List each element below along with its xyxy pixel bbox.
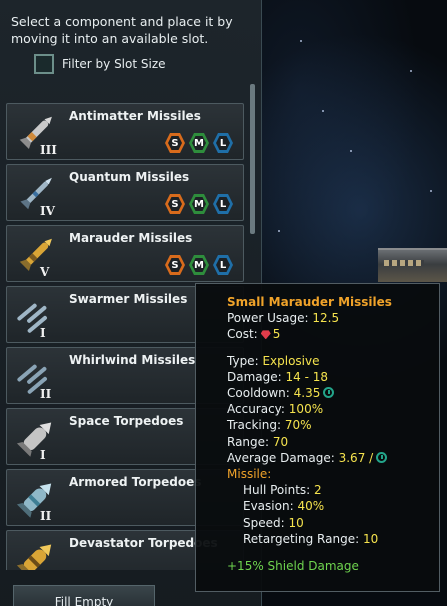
filter-label: Filter by Slot Size [62, 57, 166, 71]
component-name: Marauder Missiles [69, 231, 193, 245]
tier-label: V [40, 265, 50, 279]
speed-row: Speed: 10 [243, 515, 304, 530]
missile-section-header: Missile: [227, 467, 272, 482]
clock-icon [376, 451, 388, 463]
power-usage-row: Power Usage: 12.5 [227, 311, 340, 326]
star [278, 230, 280, 232]
tier-label: III [40, 143, 57, 157]
instructions-text: Select a component and place it by movin… [11, 14, 233, 46]
slot-sizes: S M L [165, 255, 233, 275]
component-name: Swarmer Missiles [69, 292, 188, 306]
torpedo-icon [16, 483, 52, 518]
tier-label: II [40, 387, 52, 401]
tier-label: II [40, 509, 52, 523]
component-name: Armored Torpedoes [69, 475, 202, 489]
slot-size-small-badge: S [165, 133, 185, 153]
star [430, 190, 432, 192]
component-tooltip: Small Marauder Missiles Power Usage: 12.… [195, 283, 440, 592]
clock-icon [323, 387, 335, 399]
component-item-quantum-missiles[interactable]: IV Quantum Missiles S M L [6, 164, 244, 221]
component-name: Space Torpedoes [69, 414, 184, 428]
tooltip-title: Small Marauder Missiles [227, 295, 392, 309]
slot-size-medium-badge: M [189, 194, 209, 214]
tier-label: I [40, 448, 46, 462]
average-damage-row: Average Damage: 3.67 / [227, 450, 439, 466]
component-item-marauder-missiles[interactable]: V Marauder Missiles S M L [6, 225, 244, 282]
shield-damage-bonus: +15% Shield Damage [227, 559, 359, 574]
filter-checkbox[interactable] [34, 54, 54, 74]
type-row: Type: Explosive [227, 353, 320, 368]
tier-label: I [40, 326, 46, 340]
tracking-row: Tracking: 70% [227, 418, 312, 433]
slot-size-large-badge: L [213, 255, 233, 275]
torpedo-icon [16, 544, 52, 570]
star [300, 40, 302, 42]
star [322, 110, 324, 112]
range-row: Range: 70 [227, 434, 289, 449]
tier-label: IV [40, 204, 55, 218]
list-scrollbar[interactable] [250, 84, 255, 234]
slot-size-small-badge: S [165, 194, 185, 214]
slot-size-large-badge: L [213, 194, 233, 214]
damage-row: Damage: 14 - 18 [227, 369, 329, 384]
component-name: Quantum Missiles [69, 170, 190, 184]
slot-size-small-badge: S [165, 255, 185, 275]
slot-size-large-badge: L [213, 133, 233, 153]
missile-cluster-icon [17, 303, 47, 333]
slot-sizes: S M L [165, 133, 233, 153]
cost-row: Cost: 5 [227, 327, 281, 342]
star [410, 70, 412, 72]
missile-icon [19, 238, 52, 271]
slot-sizes: S M L [165, 194, 233, 214]
torpedo-icon [16, 422, 52, 457]
component-name: Antimatter Missiles [69, 109, 201, 123]
evasion-row: Evasion: 40% [243, 499, 325, 514]
energy-gem-icon [260, 330, 271, 340]
fill-empty-button[interactable]: Fill Empty [13, 585, 155, 606]
hull-points-row: Hull Points: 2 [243, 483, 322, 498]
accuracy-row: Accuracy: 100% [227, 402, 324, 417]
star [350, 150, 352, 152]
component-item-antimatter-missiles[interactable]: III Antimatter Missiles S M L [6, 103, 244, 160]
filter-by-slot-size[interactable]: Filter by Slot Size [34, 54, 166, 74]
ship-hull [378, 248, 447, 282]
slot-size-medium-badge: M [189, 133, 209, 153]
missile-cluster-icon [17, 364, 47, 394]
retargeting-range-row: Retargeting Range: 10 [243, 531, 379, 546]
cooldown-row: Cooldown: 4.35 [227, 385, 439, 401]
slot-size-medium-badge: M [189, 255, 209, 275]
component-name: Whirlwind Missiles [69, 353, 196, 367]
